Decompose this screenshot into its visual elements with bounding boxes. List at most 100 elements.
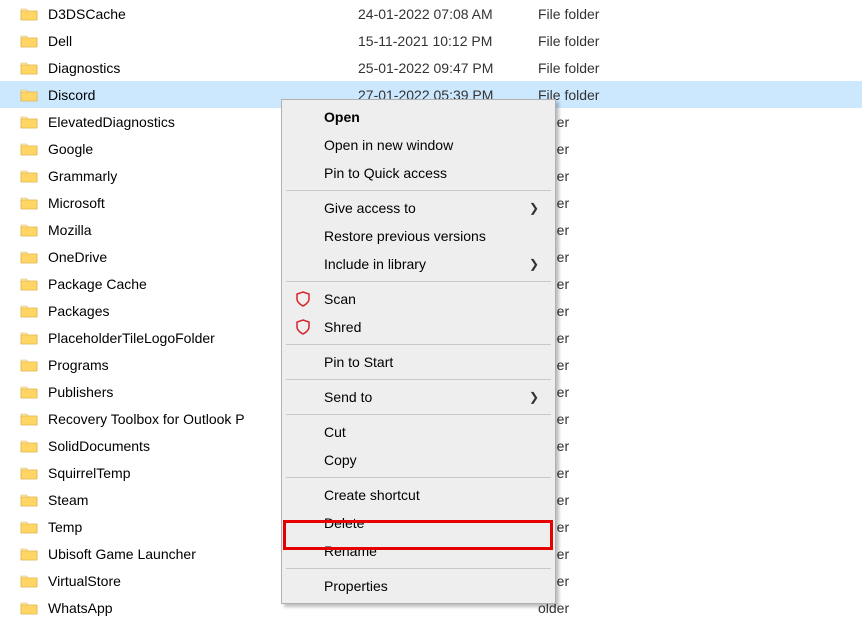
file-type: older <box>538 222 658 238</box>
context-menu-separator <box>286 568 551 569</box>
file-name: D3DSCache <box>48 6 358 22</box>
context-menu-open[interactable]: Open <box>284 103 553 131</box>
folder-icon <box>20 167 38 185</box>
context-menu-label: Scan <box>324 291 356 307</box>
context-menu-label: Properties <box>324 578 388 594</box>
file-type: older <box>538 519 658 535</box>
context-menu-pin-to-start[interactable]: Pin to Start <box>284 348 553 376</box>
folder-icon <box>20 329 38 347</box>
file-type: older <box>538 492 658 508</box>
folder-icon <box>20 221 38 239</box>
folder-icon <box>20 194 38 212</box>
context-menu-delete[interactable]: Delete <box>284 509 553 537</box>
context-menu-open-new-window[interactable]: Open in new window <box>284 131 553 159</box>
file-name: Dell <box>48 33 358 49</box>
folder-icon <box>20 140 38 158</box>
file-row[interactable]: Dell15-11-2021 10:12 PMFile folder <box>0 27 862 54</box>
context-menu-include-in-library[interactable]: Include in library ❯ <box>284 250 553 278</box>
context-menu-separator <box>286 281 551 282</box>
context-menu-label: Restore previous versions <box>324 228 486 244</box>
context-menu-scan[interactable]: Scan <box>284 285 553 313</box>
folder-icon <box>20 437 38 455</box>
context-menu-separator <box>286 414 551 415</box>
context-menu-label: Cut <box>324 424 346 440</box>
file-date: 25-01-2022 09:47 PM <box>358 60 538 76</box>
submenu-arrow-icon: ❯ <box>529 390 539 404</box>
folder-icon <box>20 86 38 104</box>
context-menu-label: Copy <box>324 452 357 468</box>
context-menu-create-shortcut[interactable]: Create shortcut <box>284 481 553 509</box>
file-type: File folder <box>538 60 658 76</box>
context-menu-label: Create shortcut <box>324 487 420 503</box>
folder-icon <box>20 599 38 617</box>
context-menu-label: Pin to Start <box>324 354 393 370</box>
folder-icon <box>20 491 38 509</box>
folder-icon <box>20 356 38 374</box>
file-type: older <box>538 438 658 454</box>
shield-icon <box>294 318 312 336</box>
folder-icon <box>20 59 38 77</box>
folder-icon <box>20 32 38 50</box>
folder-icon <box>20 113 38 131</box>
file-row[interactable]: D3DSCache24-01-2022 07:08 AMFile folder <box>0 0 862 27</box>
file-type: older <box>538 546 658 562</box>
folder-icon <box>20 302 38 320</box>
folder-icon <box>20 572 38 590</box>
file-type: older <box>538 384 658 400</box>
context-menu-label: Shred <box>324 319 361 335</box>
context-menu-label: Open in new window <box>324 137 453 153</box>
submenu-arrow-icon: ❯ <box>529 257 539 271</box>
context-menu-separator <box>286 344 551 345</box>
submenu-arrow-icon: ❯ <box>529 201 539 215</box>
context-menu-copy[interactable]: Copy <box>284 446 553 474</box>
file-type: older <box>538 465 658 481</box>
context-menu-properties[interactable]: Properties <box>284 572 553 600</box>
file-type: older <box>538 573 658 589</box>
context-menu-send-to[interactable]: Send to ❯ <box>284 383 553 411</box>
context-menu-label: Rename <box>324 543 377 559</box>
file-type: older <box>538 303 658 319</box>
file-date: 24-01-2022 07:08 AM <box>358 6 538 22</box>
file-date: 15-11-2021 10:12 PM <box>358 33 538 49</box>
context-menu-restore-previous[interactable]: Restore previous versions <box>284 222 553 250</box>
context-menu-separator <box>286 477 551 478</box>
context-menu-separator <box>286 190 551 191</box>
file-type: older <box>538 411 658 427</box>
file-row[interactable]: Diagnostics25-01-2022 09:47 PMFile folde… <box>0 54 862 81</box>
context-menu-label: Delete <box>324 515 364 531</box>
file-type: older <box>538 276 658 292</box>
context-menu-shred[interactable]: Shred <box>284 313 553 341</box>
context-menu: Open Open in new window Pin to Quick acc… <box>281 99 556 604</box>
context-menu-cut[interactable]: Cut <box>284 418 553 446</box>
context-menu-give-access-to[interactable]: Give access to ❯ <box>284 194 553 222</box>
folder-icon <box>20 5 38 23</box>
context-menu-label: Pin to Quick access <box>324 165 447 181</box>
context-menu-pin-quick-access[interactable]: Pin to Quick access <box>284 159 553 187</box>
file-name: Diagnostics <box>48 60 358 76</box>
file-type: older <box>538 141 658 157</box>
file-type: File folder <box>538 6 658 22</box>
context-menu-label: Open <box>324 109 360 125</box>
folder-icon <box>20 464 38 482</box>
file-type: older <box>538 357 658 373</box>
folder-icon <box>20 545 38 563</box>
file-type: older <box>538 330 658 346</box>
folder-icon <box>20 248 38 266</box>
context-menu-label: Include in library <box>324 256 426 272</box>
context-menu-separator <box>286 379 551 380</box>
file-type: File folder <box>538 87 658 103</box>
file-type: older <box>538 249 658 265</box>
file-type: File folder <box>538 33 658 49</box>
context-menu-rename[interactable]: Rename <box>284 537 553 565</box>
file-type: older <box>538 600 658 616</box>
folder-icon <box>20 518 38 536</box>
file-type: older <box>538 114 658 130</box>
folder-icon <box>20 275 38 293</box>
context-menu-label: Give access to <box>324 200 416 216</box>
shield-icon <box>294 290 312 308</box>
context-menu-label: Send to <box>324 389 372 405</box>
folder-icon <box>20 383 38 401</box>
file-type: older <box>538 168 658 184</box>
folder-icon <box>20 410 38 428</box>
file-type: older <box>538 195 658 211</box>
